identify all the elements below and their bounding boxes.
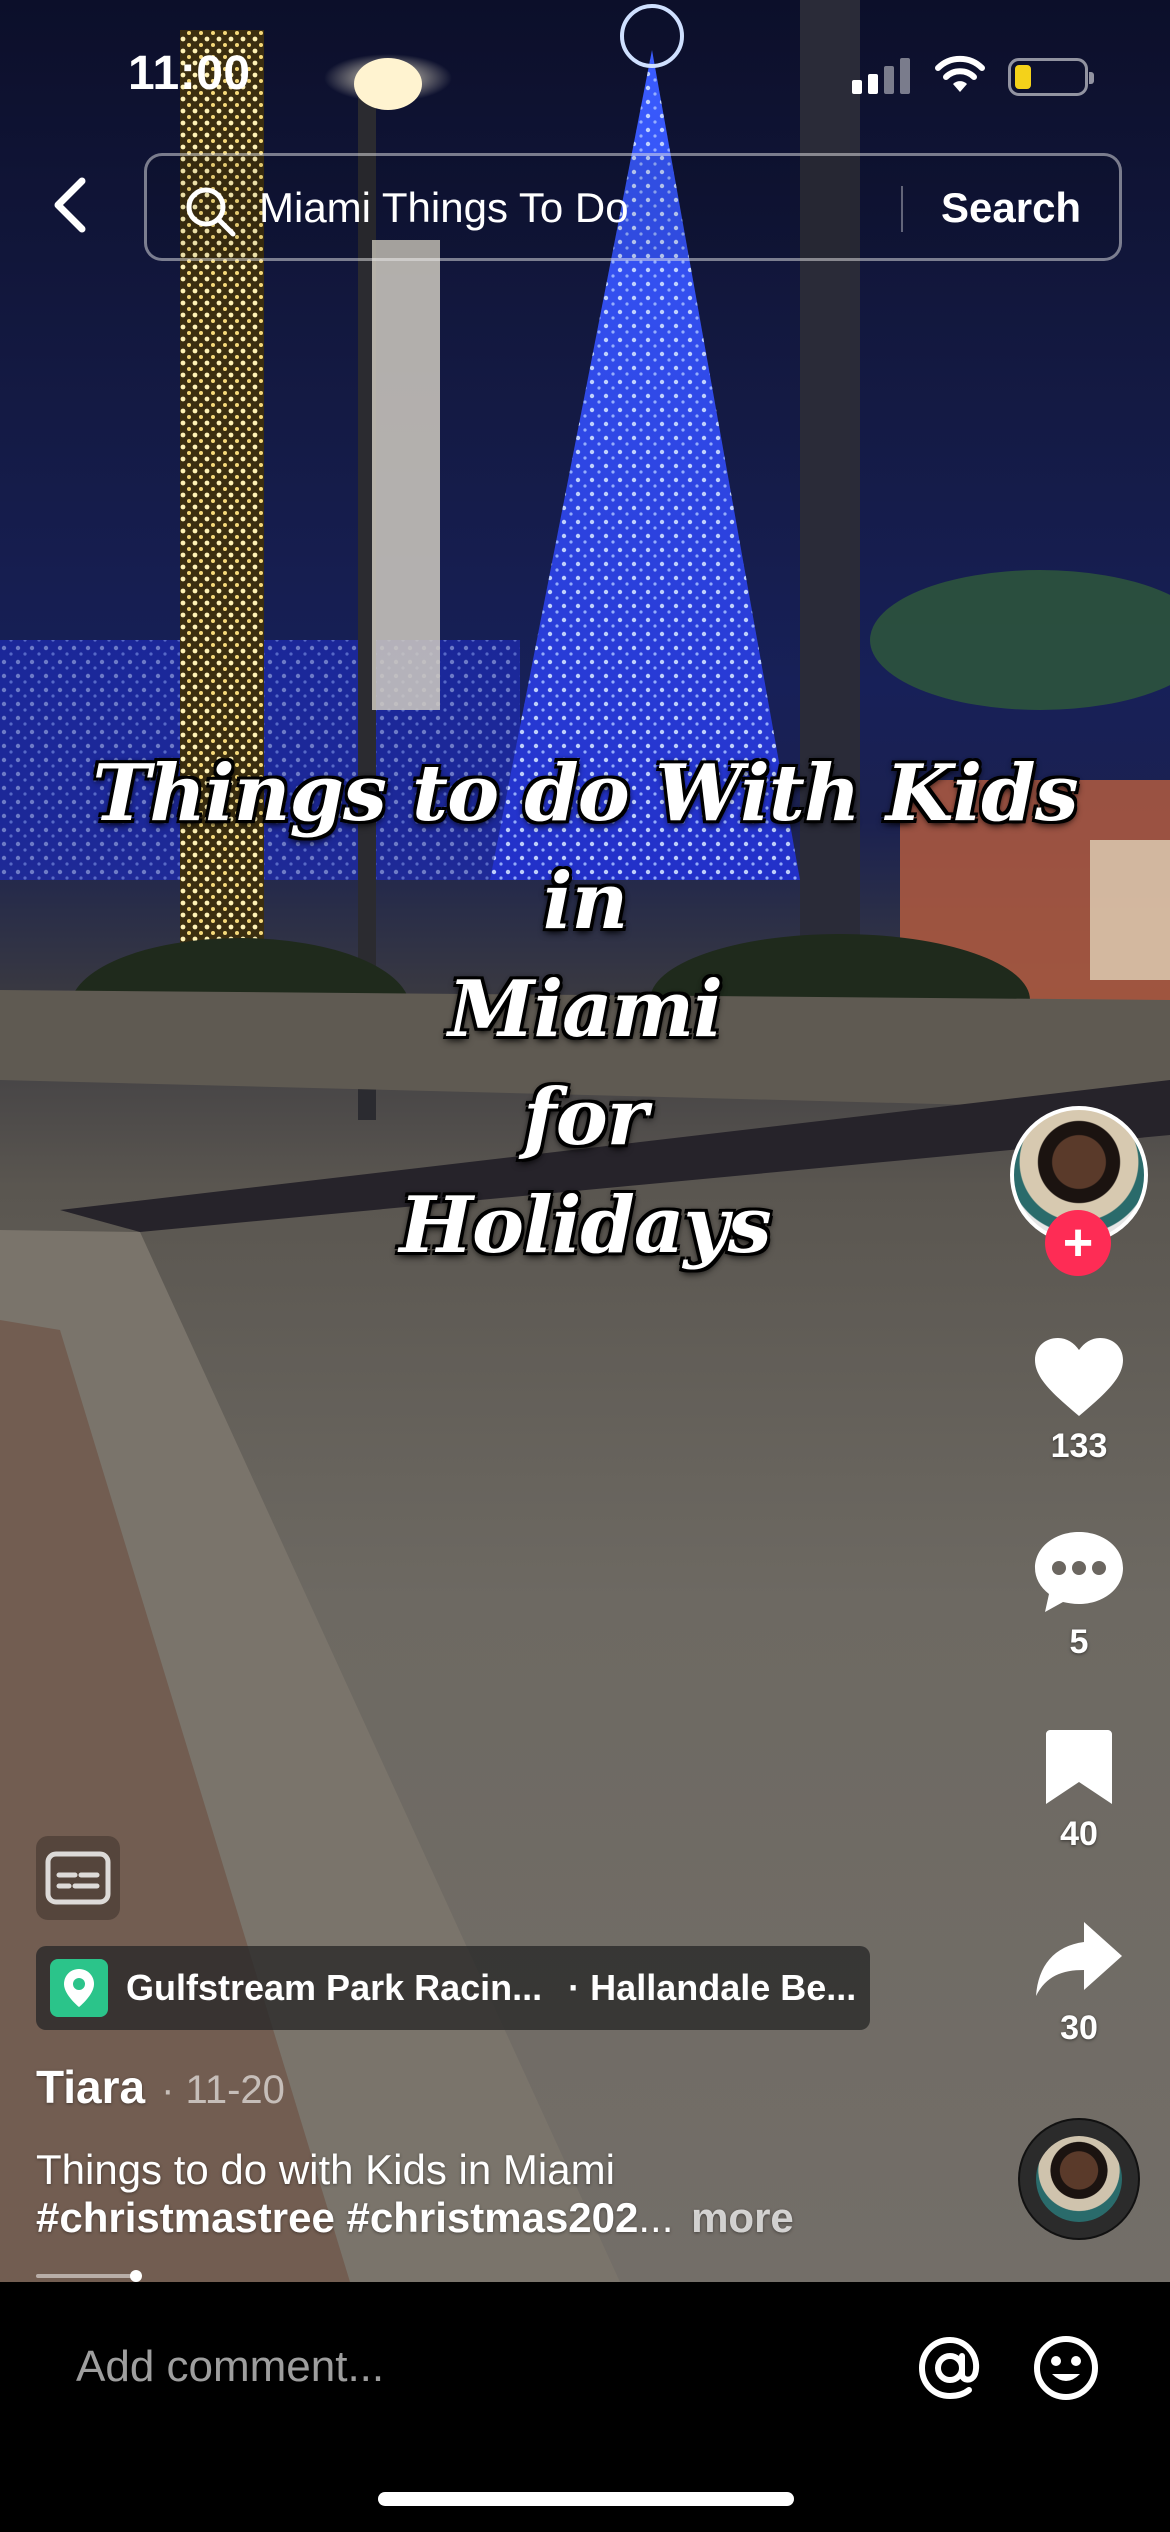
caption-line: Things to do With Kids in — [92, 748, 1078, 947]
share-button[interactable]: 30 — [1020, 1920, 1138, 2048]
search-divider — [901, 186, 903, 232]
search-icon — [186, 187, 236, 237]
location-name: Gulfstream Park Racin... — [126, 1967, 543, 2008]
author-line: Tiara · 11-20 — [36, 2060, 285, 2114]
heart-icon — [1035, 1338, 1123, 1416]
author-name[interactable]: Tiara — [36, 2060, 145, 2114]
video-progress-bar[interactable] — [36, 2274, 136, 2278]
follow-button[interactable]: + — [1045, 1210, 1111, 1276]
video-description[interactable]: Things to do with Kids in Miami #christm… — [36, 2146, 896, 2242]
location-pin-icon — [50, 1959, 108, 2017]
back-button[interactable] — [40, 170, 100, 240]
search-bar[interactable]: Miami Things To Do Search — [144, 153, 1122, 261]
battery-level — [1015, 65, 1031, 89]
description-text: Things to do with Kids in Miami — [36, 2146, 615, 2193]
caption-line: for — [523, 1072, 648, 1163]
description-hashtags[interactable]: #christmastree #christmas202 — [36, 2194, 638, 2241]
emoji-icon — [1034, 2336, 1098, 2400]
at-mention-icon — [918, 2336, 980, 2400]
search-button[interactable]: Search — [941, 184, 1081, 232]
location-separator: · — [568, 1967, 581, 2008]
search-input[interactable]: Miami Things To Do — [259, 184, 629, 232]
share-arrow-icon — [1036, 1922, 1122, 1996]
bookmark-count: 40 — [1060, 1815, 1098, 1853]
captions-button[interactable] — [36, 1836, 120, 1920]
comment-input[interactable]: Add comment... — [76, 2342, 384, 2392]
home-indicator — [378, 2492, 794, 2506]
more-button[interactable]: more — [691, 2194, 794, 2241]
video-caption-overlay: Things to do With Kids in Miami for Holi… — [40, 740, 1130, 1280]
location-city: Hallandale Be... — [590, 1967, 857, 2008]
comment-button[interactable]: 5 — [1020, 1530, 1138, 1662]
location-tag[interactable]: Gulfstream Park Racin... · Hallandale Be… — [36, 1946, 870, 2030]
share-count: 30 — [1060, 2009, 1098, 2047]
post-date: · 11-20 — [161, 2068, 285, 2112]
emoji-button[interactable] — [1032, 2334, 1100, 2407]
music-disc-avatar[interactable] — [1020, 2120, 1138, 2238]
battery-low-icon — [1008, 58, 1094, 96]
mention-button[interactable] — [916, 2334, 984, 2407]
like-count: 133 — [1050, 1427, 1108, 1465]
like-button[interactable]: 133 — [1020, 1336, 1138, 1466]
status-time: 11:00 — [128, 47, 251, 100]
closed-captions-icon — [45, 1851, 111, 1905]
caption-line: Holidays — [399, 1180, 771, 1271]
bookmark-button[interactable]: 40 — [1020, 1728, 1138, 1854]
comment-count: 5 — [1069, 1623, 1089, 1661]
description-ellipsis: ... — [638, 2194, 674, 2241]
chevron-left-icon — [54, 177, 86, 233]
music-disc-image — [1036, 2136, 1122, 2222]
cellular-signal-icon — [852, 58, 910, 94]
wifi-icon — [934, 54, 986, 99]
comment-bar: Add comment... — [0, 2282, 1170, 2532]
plus-icon: + — [1062, 1214, 1094, 1272]
comment-bubble-icon — [1035, 1532, 1123, 1612]
bookmark-icon — [1046, 1730, 1112, 1804]
caption-line: Miami — [448, 964, 723, 1055]
video-progress-handle[interactable] — [130, 2270, 142, 2282]
